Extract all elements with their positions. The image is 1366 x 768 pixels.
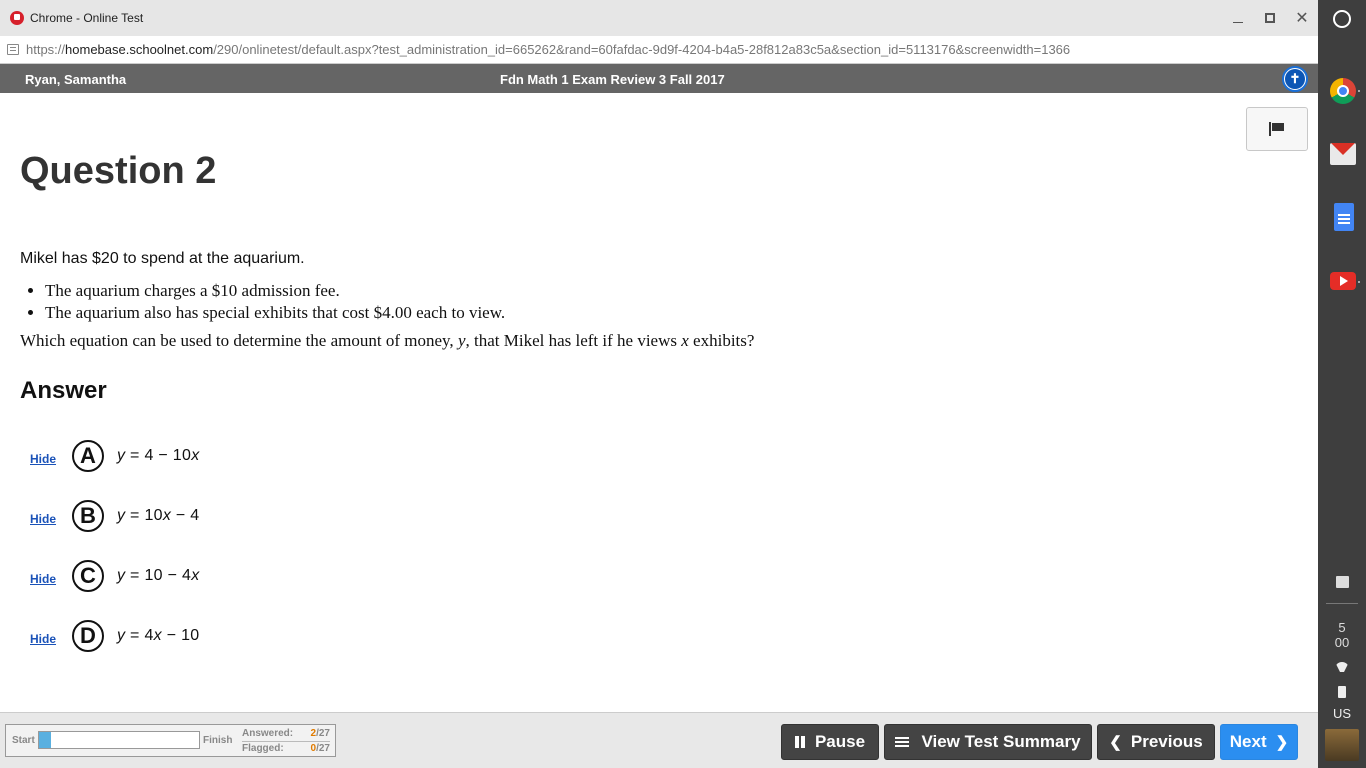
choice-a-equation: y = 4 − 10x — [117, 447, 200, 465]
eq-text: − 4 — [171, 507, 200, 524]
close-icon: ✕ — [1295, 10, 1309, 27]
choice-c-equation: y = 10 − 4x — [117, 567, 200, 585]
answered-label: Answered: — [242, 728, 294, 739]
battery-icon[interactable] — [1338, 686, 1346, 698]
chrome-icon[interactable] — [1330, 78, 1356, 104]
youtube-icon[interactable] — [1330, 272, 1356, 290]
minimize-button[interactable] — [1222, 0, 1254, 36]
hide-choice-a-link[interactable]: Hide — [30, 452, 72, 466]
docs-icon[interactable] — [1334, 203, 1354, 231]
choice-b-equation: y = 10x − 4 — [117, 507, 200, 525]
launcher-icon[interactable] — [1333, 10, 1351, 28]
progress-finish-label: Finish — [203, 735, 233, 746]
pause-label: Pause — [814, 732, 866, 751]
window-title: Chrome - Online Test — [30, 11, 144, 25]
prompt-text: exhibits? — [688, 331, 755, 350]
keyboard-layout[interactable]: US — [1318, 706, 1366, 721]
app-icon — [10, 11, 24, 25]
eq-text: = 10 — [125, 507, 163, 524]
progress-stats: Answered: 2/27 Flagged: 0/27 — [242, 727, 330, 755]
answered-total: /27 — [316, 728, 330, 739]
exam-title: Fdn Math 1 Exam Review 3 Fall 2017 — [500, 72, 725, 87]
running-indicator — [1358, 90, 1360, 92]
eq-text: = 10 − 4 — [125, 567, 192, 584]
progress-panel: Start Finish Answered: 2/27 Flagged: 0/27 — [5, 724, 336, 757]
test-header: Ryan, Samantha Fdn Math 1 Exam Review 3 … — [0, 64, 1318, 93]
os-shelf — [1318, 0, 1366, 768]
answer-choice-a[interactable]: Hide A y = 4 − 10x — [30, 439, 200, 473]
chevron-right-icon: ❯ — [1275, 734, 1289, 751]
answer-choice-b[interactable]: Hide B y = 10x − 4 — [30, 499, 200, 533]
close-button[interactable]: ✕ — [1286, 0, 1318, 36]
progress-start-label: Start — [12, 735, 35, 746]
eq-var: x — [153, 627, 162, 644]
pause-button[interactable]: Pause — [781, 724, 879, 760]
answer-heading: Answer — [20, 377, 107, 404]
choice-c-bubble[interactable]: C — [72, 560, 104, 592]
view-test-summary-button[interactable]: View Test Summary — [884, 724, 1092, 760]
test-footer: Start Finish Answered: 2/27 Flagged: 0/27 … — [0, 712, 1318, 768]
next-label: Next — [1229, 732, 1267, 751]
answer-choice-c[interactable]: Hide C y = 10 − 4x — [30, 559, 200, 593]
flagged-label: Flagged: — [242, 743, 284, 754]
shelf-divider — [1326, 603, 1358, 604]
question-intro: Mikel has $20 to spend at the aquarium. — [20, 250, 305, 267]
address-bar[interactable]: https://homebase.schoolnet.com/290/onlin… — [0, 36, 1318, 64]
summary-label: View Test Summary — [921, 732, 1081, 751]
hide-choice-b-link[interactable]: Hide — [30, 512, 72, 526]
chevron-left-icon: ❮ — [1109, 734, 1122, 751]
progress-fill — [39, 732, 51, 748]
previous-label: Previous — [1130, 732, 1203, 751]
bullet-item: The aquarium charges a $10 admission fee… — [45, 281, 505, 301]
window-titlebar: Chrome - Online Test ✕ — [0, 0, 1318, 36]
flag-icon — [1269, 122, 1285, 136]
clock-minute: 00 — [1334, 635, 1350, 650]
eq-text: = 4 − 10 — [125, 447, 192, 464]
eq-text: = 4 — [125, 627, 154, 644]
eq-var: x — [162, 507, 172, 524]
bullet-item: The aquarium also has special exhibits t… — [45, 303, 505, 323]
hide-choice-c-link[interactable]: Hide — [30, 572, 72, 586]
choice-d-equation: y = 4x − 10 — [117, 627, 200, 645]
eq-var: x — [191, 447, 200, 464]
prompt-text: , that Mikel has left if he views — [465, 331, 682, 350]
screenshot-icon[interactable] — [1336, 576, 1349, 588]
question-bullets: The aquarium charges a $10 admission fee… — [45, 281, 505, 325]
progress-bar — [38, 731, 200, 749]
system-clock[interactable]: 5 00 — [1318, 620, 1366, 650]
flag-question-button[interactable] — [1246, 107, 1308, 151]
wifi-icon[interactable] — [1335, 662, 1349, 672]
next-button[interactable]: Next ❯ — [1220, 724, 1298, 760]
page-info-icon[interactable] — [7, 44, 19, 55]
running-indicator — [1358, 281, 1360, 283]
url-text[interactable]: https://homebase.schoolnet.com/290/onlin… — [26, 42, 1070, 57]
eq-var: x — [191, 567, 200, 584]
prompt-text: Which equation can be used to determine … — [20, 331, 458, 350]
url-path: /290/onlinetest/default.aspx?test_admini… — [213, 42, 1071, 57]
url-host: homebase.schoolnet.com — [65, 42, 214, 57]
list-icon — [895, 736, 910, 748]
question-prompt: Which equation can be used to determine … — [20, 331, 754, 351]
gmail-icon[interactable] — [1330, 143, 1356, 165]
avatar[interactable] — [1325, 729, 1359, 761]
flagged-total: /27 — [316, 743, 330, 754]
prompt-var-x: x — [681, 331, 689, 350]
choice-d-bubble[interactable]: D — [72, 620, 104, 652]
choice-b-bubble[interactable]: B — [72, 500, 104, 532]
clock-hour: 5 — [1338, 620, 1346, 635]
minimize-icon — [1233, 21, 1243, 23]
hide-choice-d-link[interactable]: Hide — [30, 632, 72, 646]
choice-a-bubble[interactable]: A — [72, 440, 104, 472]
accessibility-icon: ✝ — [1285, 69, 1305, 89]
maximize-icon — [1265, 13, 1275, 23]
url-scheme: https:// — [26, 42, 66, 57]
eq-text: − 10 — [161, 627, 200, 644]
pause-icon — [794, 736, 805, 748]
question-title: Question 2 — [20, 150, 217, 192]
maximize-button[interactable] — [1254, 0, 1286, 36]
accessibility-button[interactable]: ✝ — [1282, 66, 1308, 92]
student-name: Ryan, Samantha — [25, 72, 127, 87]
previous-button[interactable]: ❮ Previous — [1097, 724, 1215, 760]
answer-choice-d[interactable]: Hide D y = 4x − 10 — [30, 619, 200, 653]
